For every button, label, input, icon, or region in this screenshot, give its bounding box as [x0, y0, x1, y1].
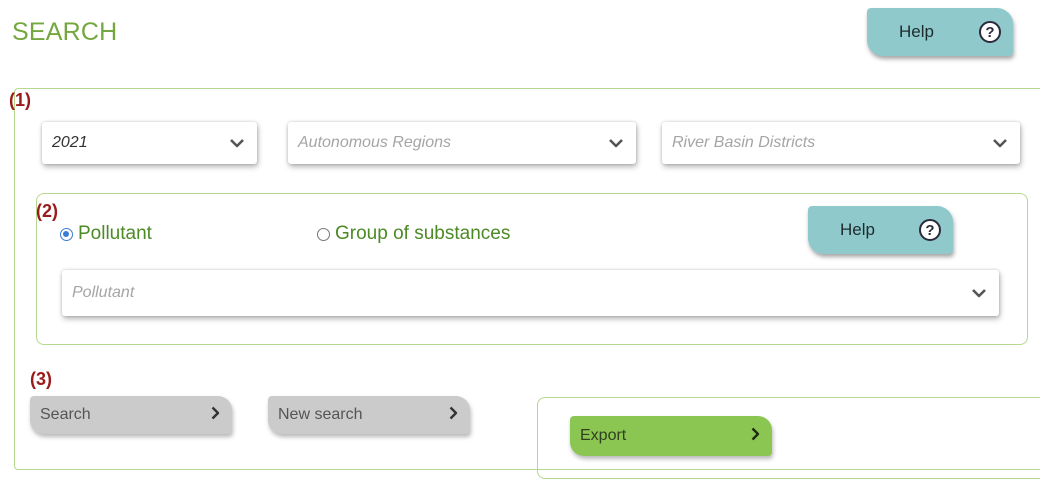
autonomous-regions-select[interactable]: Autonomous Regions: [288, 122, 636, 164]
radio-group-of-substances[interactable]: Group of substances: [317, 223, 510, 245]
river-basin-districts-select[interactable]: River Basin Districts: [662, 122, 1020, 164]
chevron-right-icon: [211, 406, 220, 425]
chevron-right-icon: [449, 406, 458, 425]
radio-group-label: Group of substances: [335, 223, 511, 244]
section-marker-1: (1): [9, 90, 31, 110]
year-select-value: 2021: [52, 134, 88, 151]
help-button-label: Help: [840, 220, 875, 239]
chevron-down-icon: [596, 122, 636, 164]
chevron-down-icon: [980, 122, 1020, 164]
autonomous-regions-placeholder: Autonomous Regions: [298, 134, 451, 151]
chevron-down-icon: [217, 122, 257, 164]
section-marker-3: (3): [30, 369, 52, 389]
radio-selected-icon: [60, 227, 73, 241]
search-button-label: Search: [40, 406, 91, 423]
question-circle-icon: ?: [919, 219, 941, 241]
section-marker-2: (2): [36, 201, 58, 221]
new-search-button[interactable]: New search: [268, 396, 470, 434]
river-basin-districts-placeholder: River Basin Districts: [672, 134, 816, 151]
new-search-button-label: New search: [278, 406, 363, 423]
question-circle-icon: ?: [979, 21, 1001, 43]
pollutant-select[interactable]: Pollutant: [62, 270, 999, 316]
radio-unselected-icon: [317, 227, 330, 241]
help-button[interactable]: Help ?: [867, 8, 1013, 56]
radio-pollutant[interactable]: Pollutant: [60, 223, 152, 245]
pollutant-help-button[interactable]: Help ?: [808, 206, 953, 254]
chevron-right-icon: [751, 427, 760, 446]
export-button-label: Export: [580, 427, 627, 444]
search-button[interactable]: Search: [30, 396, 232, 434]
year-select[interactable]: 2021: [42, 122, 257, 164]
pollutant-placeholder: Pollutant: [72, 284, 135, 301]
export-button[interactable]: Export: [570, 416, 772, 456]
radio-pollutant-label: Pollutant: [78, 223, 152, 244]
chevron-down-icon: [959, 270, 999, 316]
page-title: SEARCH: [12, 18, 118, 46]
help-button-label: Help: [899, 22, 934, 41]
